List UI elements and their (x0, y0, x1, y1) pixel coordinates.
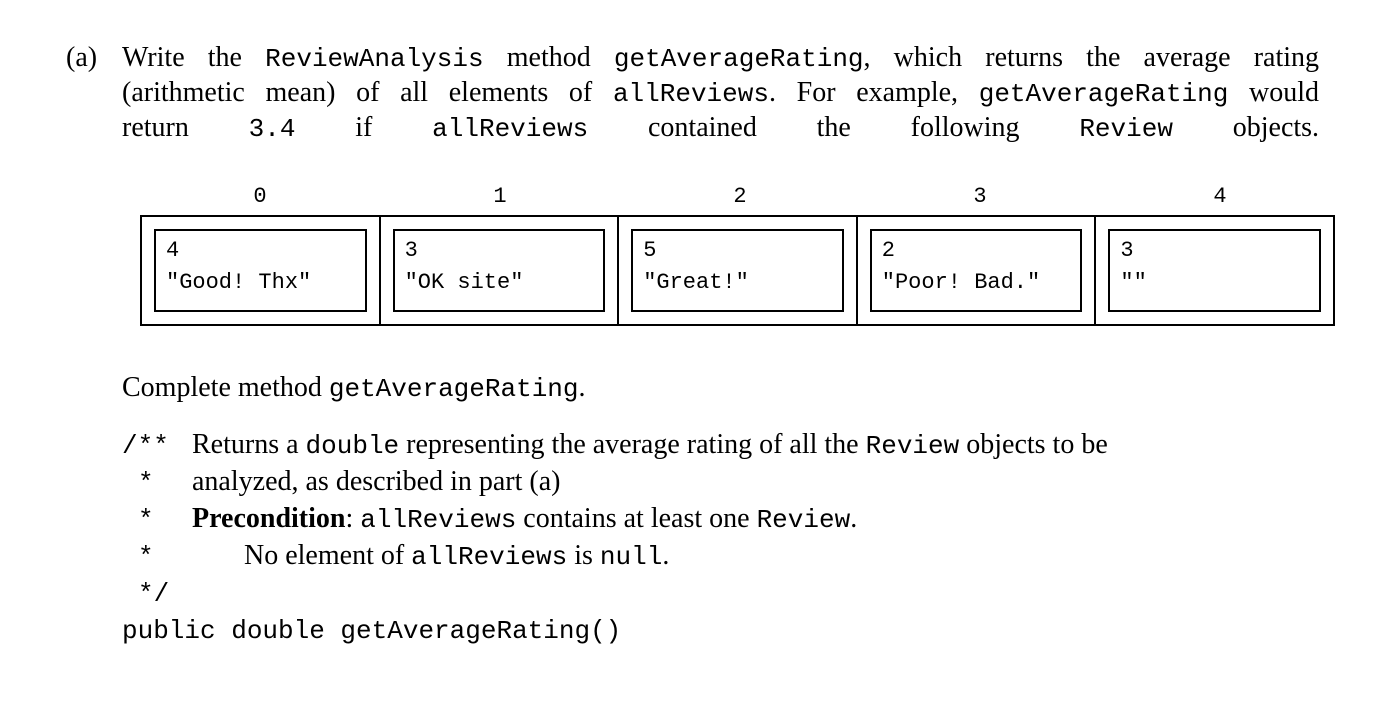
text: contained the following (648, 112, 1020, 143)
array-index-label: 3 (973, 184, 987, 209)
text: return (122, 112, 189, 143)
array-row: 4 "Good! Thx" 3 "OK site" 5 "Great!" 2 "… (140, 215, 1343, 326)
field-name-code: allReviews (612, 79, 769, 109)
array-cell: 5 "Great!" (617, 215, 858, 326)
text: objects. (1232, 112, 1320, 143)
text: analyzed, as described in part (a) (192, 466, 561, 497)
value-code: 3.4 (248, 114, 296, 144)
text: . (662, 540, 670, 571)
doc-comment-line-4: * No element of allReviews is null. (122, 537, 669, 576)
text: . (850, 503, 858, 534)
method-signature: public double getAverageRating() (122, 616, 622, 646)
review-object: 5 "Great!" (631, 229, 844, 312)
doc-comment-line-1: /** Returns a double representing the av… (122, 426, 1108, 465)
array-cell: 4 "Good! Thx" (140, 215, 381, 326)
review-rating: 5 (643, 238, 657, 263)
array-index-label: 2 (733, 184, 747, 209)
doc-text: No element of allReviews is null. (244, 537, 669, 576)
review-object: 4 "Good! Thx" (154, 229, 367, 312)
review-comment: "Great!" (643, 270, 749, 295)
comment-star: * (138, 468, 154, 498)
class-name-code: Review (865, 431, 960, 461)
text: contains at least one (523, 503, 750, 534)
text: Returns a (192, 429, 299, 460)
doc-text: Precondition: allReviews contains at lea… (192, 500, 857, 539)
text: is (574, 540, 593, 571)
text: : (345, 503, 354, 534)
doc-text: analyzed, as described in part (a) (192, 463, 560, 500)
text: objects to be (966, 429, 1108, 460)
class-name-code: Review (1079, 114, 1173, 144)
array-index-label: 4 (1213, 184, 1227, 209)
field-name-code: allReviews (360, 505, 517, 535)
part-label: (a) (66, 42, 98, 73)
doc-text: Returns a double representing the averag… (192, 426, 1108, 465)
array-index-label: 1 (493, 184, 507, 209)
array-cell: 2 "Poor! Bad." (855, 215, 1097, 326)
array-cell: 3 "" (1094, 215, 1335, 326)
doc-comment-close-line: */ (122, 574, 169, 613)
review-comment: "Poor! Bad." (881, 270, 1041, 295)
text: . (578, 372, 586, 403)
review-array-diagram: 0 1 2 3 4 4 "Good! Thx" 3 "OK site" 5 "G… (140, 184, 1343, 326)
review-comment: "Good! Thx" (166, 270, 312, 295)
text: Write the (122, 42, 242, 73)
text: Complete method (122, 372, 322, 403)
text: , which returns the average rating (863, 42, 1320, 73)
review-object: 3 "OK site" (392, 229, 606, 312)
null-code: null (599, 542, 663, 572)
method-name-code: getAverageRating (978, 79, 1229, 109)
method-name-code: getAverageRating (328, 374, 579, 404)
comment-star: * (138, 505, 154, 535)
field-name-code: allReviews (411, 542, 568, 572)
comment-star: * (138, 542, 154, 572)
review-rating: 3 (1120, 238, 1134, 263)
class-name-code: ReviewAnalysis (265, 44, 484, 74)
type-code: double (305, 431, 400, 461)
text: representing the average rating of all t… (406, 429, 859, 460)
text: No element of (244, 540, 405, 571)
text: if (355, 112, 373, 143)
review-object: 3 "" (1108, 229, 1321, 312)
review-comment: "OK site" (404, 270, 524, 295)
text: . For example, (768, 77, 959, 108)
complete-method-instruction: Complete method getAverageRating. (122, 370, 586, 407)
doc-comment-line-2: * analyzed, as described in part (a) (122, 463, 560, 502)
review-rating: 2 (881, 238, 895, 263)
field-name-code: allReviews (432, 114, 589, 144)
text: (arithmetic mean) of all elements of (122, 77, 593, 108)
class-name-code: Review (756, 505, 851, 535)
comment-open: /** (122, 431, 169, 461)
doc-comment-line-3: * Precondition: allReviews contains at l… (122, 500, 857, 539)
question-line-3: return 3.4 if allReviews contained the f… (122, 110, 1319, 147)
array-index-label: 0 (253, 184, 267, 209)
comment-close: */ (138, 579, 170, 609)
precondition-label: Precondition (192, 503, 346, 534)
method-name-code: getAverageRating (613, 44, 864, 74)
review-rating: 3 (404, 238, 418, 263)
review-comment: "" (1120, 270, 1147, 295)
text: method (506, 42, 591, 73)
review-object: 2 "Poor! Bad." (869, 229, 1083, 312)
question-line-2: (arithmetic mean) of all elements of all… (122, 75, 1319, 112)
array-cell: 3 "OK site" (378, 215, 620, 326)
text: would (1249, 77, 1320, 108)
review-rating: 4 (166, 238, 180, 263)
question-line-1: Write the ReviewAnalysis method getAvera… (122, 40, 1319, 77)
